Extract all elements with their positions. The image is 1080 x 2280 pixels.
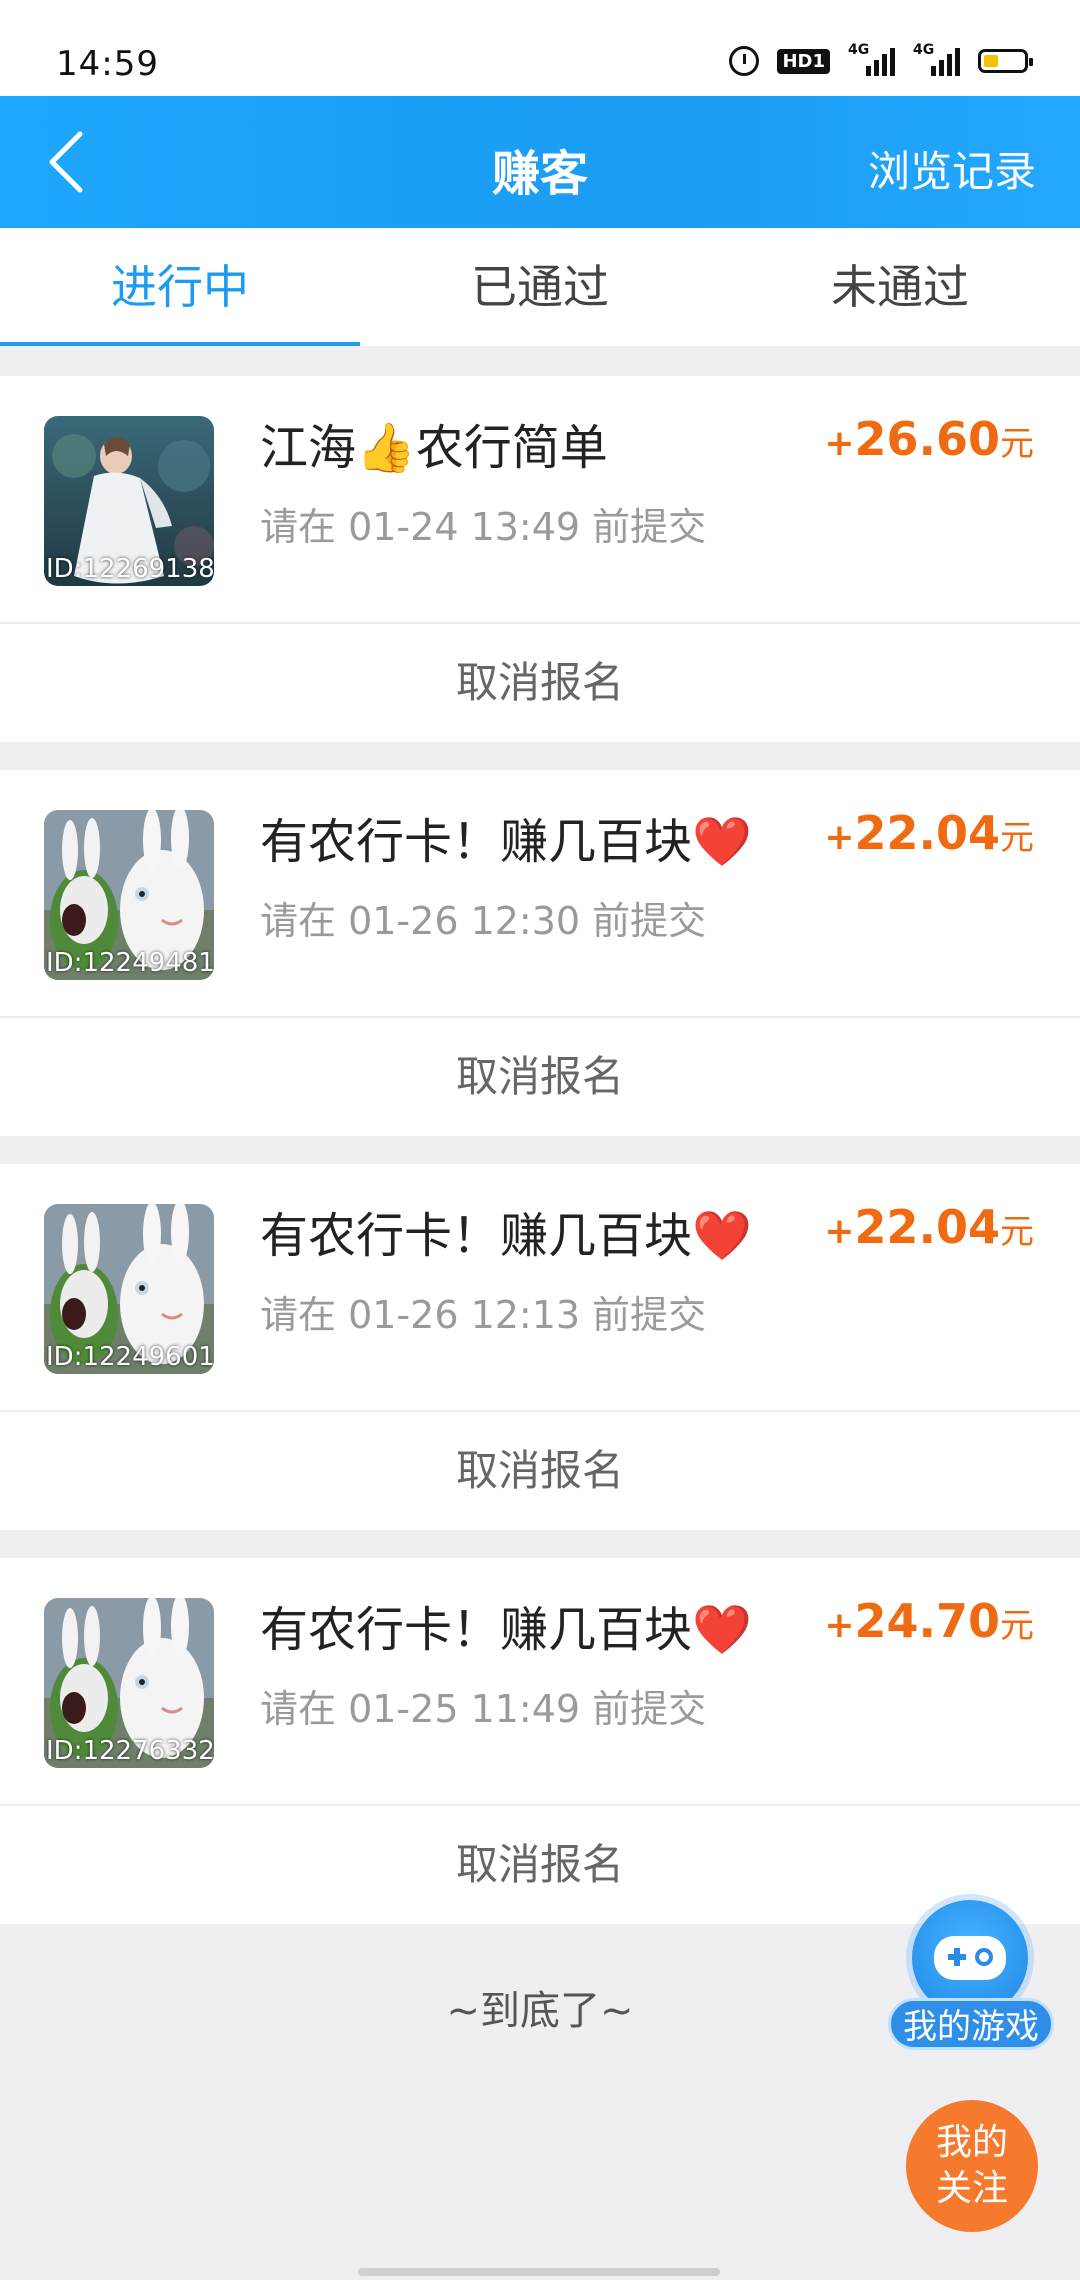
signal-icon: 4G	[848, 42, 895, 76]
task-list: ID:12269138 江海👍农行简单 请在 01-24 13:49 前提交 +…	[0, 376, 1080, 1952]
task-id-label: ID:12276332	[46, 1736, 214, 1766]
signal-label: 4G	[913, 42, 935, 58]
battery-icon	[978, 49, 1033, 73]
status-tabs: 进行中 已通过 未通过	[0, 228, 1080, 346]
task-thumbnail: ID:12249481	[44, 810, 214, 980]
task-thumbnail: ID:12249601	[44, 1204, 214, 1374]
browse-history-button[interactable]: 浏览记录	[868, 138, 1036, 199]
cancel-signup-button[interactable]: 取消报名	[0, 624, 1080, 742]
app-header: 赚客 浏览记录	[0, 96, 1080, 228]
reward-sign: +	[824, 817, 855, 858]
reward-sign: +	[824, 1211, 855, 1252]
task-reward: +22.04 元	[824, 806, 1034, 860]
alarm-icon	[729, 46, 760, 76]
my-follow-label-line2: 关注	[935, 2168, 1008, 2209]
my-follow-label-line1: 我的	[935, 2122, 1008, 2163]
status-icons: HD1 4G 4G	[729, 42, 1033, 76]
task-card: ID:12249481 有农行卡！赚几百块❤️ 请在 01-26 12:30 前…	[0, 770, 1080, 1136]
my-follow-button[interactable]: 我的 关注	[906, 2100, 1038, 2232]
cancel-signup-button[interactable]: 取消报名	[0, 1018, 1080, 1136]
reward-unit: 元	[1000, 1212, 1034, 1252]
reward-amount: 22.04	[854, 1200, 1000, 1254]
task-title: 有农行卡！赚几百块❤️	[260, 1602, 752, 1658]
task-card: ID:12249601 有农行卡！赚几百块❤️ 请在 01-26 12:13 前…	[0, 1164, 1080, 1530]
task-card-body[interactable]: ID:12276332 有农行卡！赚几百块❤️ 请在 01-25 11:49 前…	[0, 1558, 1080, 1806]
reward-unit: 元	[1000, 1606, 1034, 1646]
task-card-body[interactable]: ID:12269138 江海👍农行简单 请在 01-24 13:49 前提交 +…	[0, 376, 1080, 624]
task-reward: +22.04 元	[824, 1200, 1034, 1254]
task-card: ID:12269138 江海👍农行简单 请在 01-24 13:49 前提交 +…	[0, 376, 1080, 742]
reward-unit: 元	[1000, 424, 1034, 464]
status-bar: 14:59 HD1 4G 4G	[0, 0, 1080, 96]
task-title: 有农行卡！赚几百块❤️	[260, 814, 752, 870]
task-card: ID:12276332 有农行卡！赚几百块❤️ 请在 01-25 11:49 前…	[0, 1558, 1080, 1924]
my-games-label: 我的游戏	[888, 1998, 1054, 2050]
tab-approved[interactable]: 已通过	[360, 228, 720, 346]
reward-sign: +	[824, 1605, 855, 1646]
task-card-body[interactable]: ID:12249601 有农行卡！赚几百块❤️ 请在 01-26 12:13 前…	[0, 1164, 1080, 1412]
task-card-body[interactable]: ID:12249481 有农行卡！赚几百块❤️ 请在 01-26 12:30 前…	[0, 770, 1080, 1018]
task-title: 有农行卡！赚几百块❤️	[260, 1208, 752, 1264]
task-thumbnail: ID:12269138	[44, 416, 214, 586]
signal-icon: 4G	[913, 42, 960, 76]
hd-voice-icon: HD1	[777, 48, 830, 74]
task-reward: +26.60 元	[824, 412, 1034, 466]
task-reward: +24.70 元	[824, 1594, 1034, 1648]
task-id-label: ID:12249601	[46, 1342, 214, 1372]
reward-unit: 元	[1000, 818, 1034, 858]
tab-in-progress[interactable]: 进行中	[0, 228, 360, 346]
task-id-label: ID:12269138	[46, 554, 214, 584]
reward-amount: 26.60	[854, 412, 1000, 466]
reward-amount: 22.04	[854, 806, 1000, 860]
reward-sign: +	[824, 423, 855, 464]
task-id-label: ID:12249481	[46, 948, 214, 978]
reward-amount: 24.70	[854, 1594, 1000, 1648]
signal-label: 4G	[848, 42, 870, 58]
tab-rejected[interactable]: 未通过	[720, 228, 1080, 346]
task-deadline: 请在 01-26 12:13 前提交	[260, 1293, 707, 1337]
status-time: 14:59	[56, 44, 159, 84]
my-games-button[interactable]: 我的游戏	[888, 1900, 1080, 2060]
home-indicator[interactable]	[358, 2268, 720, 2276]
task-deadline: 请在 01-26 12:30 前提交	[260, 899, 707, 943]
task-deadline: 请在 01-25 11:49 前提交	[260, 1687, 707, 1731]
cancel-signup-button[interactable]: 取消报名	[0, 1412, 1080, 1530]
task-thumbnail: ID:12276332	[44, 1598, 214, 1768]
task-deadline: 请在 01-24 13:49 前提交	[260, 505, 707, 549]
task-title: 江海👍农行简单	[260, 420, 608, 476]
